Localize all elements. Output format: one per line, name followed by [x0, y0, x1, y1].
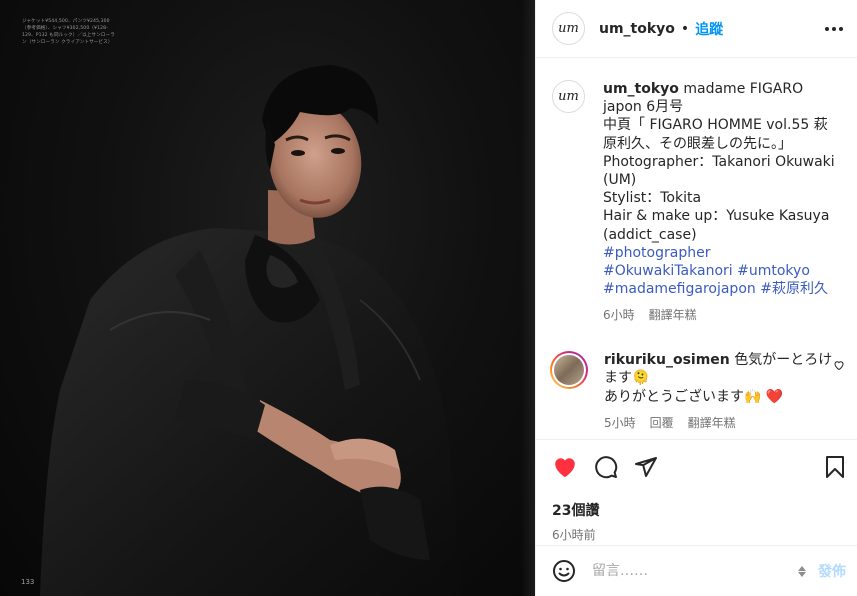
caret-down-icon — [798, 571, 806, 577]
likes-count[interactable]: 23個讚 — [552, 500, 846, 520]
comment-input[interactable] — [592, 563, 792, 579]
heart-outline-icon[interactable] — [833, 359, 845, 371]
comment-text-2: ありがとうございます🙌 ❤️ — [604, 388, 784, 405]
comment-avatar[interactable] — [550, 350, 588, 389]
instagram-post-modal: ジャケット¥544,500、パンツ¥245,300（参考価格）、シャツ¥302,… — [0, 0, 857, 596]
portrait-figure — [40, 65, 462, 596]
caption-username[interactable]: um_tokyo — [603, 81, 679, 97]
ellipsis-icon[interactable] — [825, 26, 843, 31]
caret-up-icon — [798, 565, 806, 571]
caption-body: um_tokyo madame FIGARO japon 6月号 中頁「 FIG… — [603, 80, 835, 325]
comment-translate-link[interactable]: 翻譯年糕 — [688, 414, 736, 433]
smiley-icon[interactable] — [552, 559, 576, 583]
speech-bubble-icon[interactable] — [594, 455, 618, 479]
caption-translate-link[interactable]: 翻譯年糕 — [649, 306, 697, 324]
heart-filled-icon[interactable] — [552, 454, 578, 480]
caption-line-4: Stylist：Tokita — [603, 190, 702, 207]
comment-meta: 5小時 回覆 翻譯年糕 — [604, 414, 836, 433]
caption-meta: 6小時 翻譯年糕 — [603, 306, 835, 324]
post-comment-button[interactable]: 發佈 — [818, 561, 846, 581]
post-timestamp[interactable]: 6小時前 — [552, 526, 846, 543]
caption-line-2: 中頁「 FIGARO HOMME vol.55 萩原利久、その眼差しの先に。」 — [603, 117, 828, 152]
follow-button[interactable]: 追蹤 — [695, 19, 723, 39]
comment-username[interactable]: rikuriku_osimen — [604, 352, 730, 368]
hashtag-link[interactable]: #madamefigarojapon — [603, 281, 756, 297]
separator-dot: • — [680, 20, 690, 37]
post-side-panel: um um_tokyo • 追蹤 um um_tokyo madame FIGA… — [535, 0, 857, 596]
post-photo[interactable]: ジャケット¥544,500、パンツ¥245,300（参考価格）、シャツ¥302,… — [0, 0, 535, 596]
comment-body: rikuriku_osimen 色気がーとろけます🫠 ありがとうございます🙌 ❤… — [604, 351, 836, 433]
comment-item: rikuriku_osimen 色気がーとろけます🫠 ありがとうございます🙌 ❤… — [550, 350, 845, 433]
header-username[interactable]: um_tokyo — [599, 21, 675, 37]
hashtag-link[interactable]: #萩原利久 — [760, 281, 828, 297]
resize-handle[interactable] — [798, 565, 806, 577]
caption-line-3: Photographer：Takanori Okuwaki (UM) — [603, 153, 835, 189]
page-gutter — [521, 0, 535, 596]
avatar[interactable]: um — [552, 12, 585, 45]
comment-time[interactable]: 5小時 — [604, 414, 636, 433]
caption-avatar[interactable]: um — [552, 80, 585, 113]
paper-plane-icon[interactable] — [634, 455, 658, 479]
hashtag-link[interactable]: #umtokyo — [737, 263, 810, 279]
photo-credit-text: ジャケット¥544,500、パンツ¥245,300（参考価格）、シャツ¥302,… — [22, 19, 115, 45]
caption-time[interactable]: 6小時 — [603, 306, 635, 324]
post-header: um um_tokyo • 追蹤 — [536, 0, 857, 58]
comments-scroll-area[interactable]: um um_tokyo madame FIGARO japon 6月号 中頁「 … — [536, 58, 857, 438]
action-icons-row — [552, 452, 846, 482]
hashtag-link[interactable]: #OkuwakiTakanori — [603, 263, 733, 279]
caption-hashtags: #photographer #OkuwakiTakanori #umtokyo … — [603, 244, 835, 299]
post-actions: 23個讚 6小時前 — [536, 439, 857, 545]
page-number: 133 — [21, 578, 35, 586]
comment-composer: 發佈 — [536, 545, 857, 596]
caption-item: um um_tokyo madame FIGARO japon 6月号 中頁「 … — [552, 80, 845, 325]
caption-line-5: Hair & make up：Yusuke Kasuya (addict_cas… — [603, 208, 830, 243]
reply-button[interactable]: 回覆 — [650, 414, 674, 433]
bookmark-icon[interactable] — [824, 455, 846, 479]
hashtag-link[interactable]: #photographer — [603, 245, 710, 261]
